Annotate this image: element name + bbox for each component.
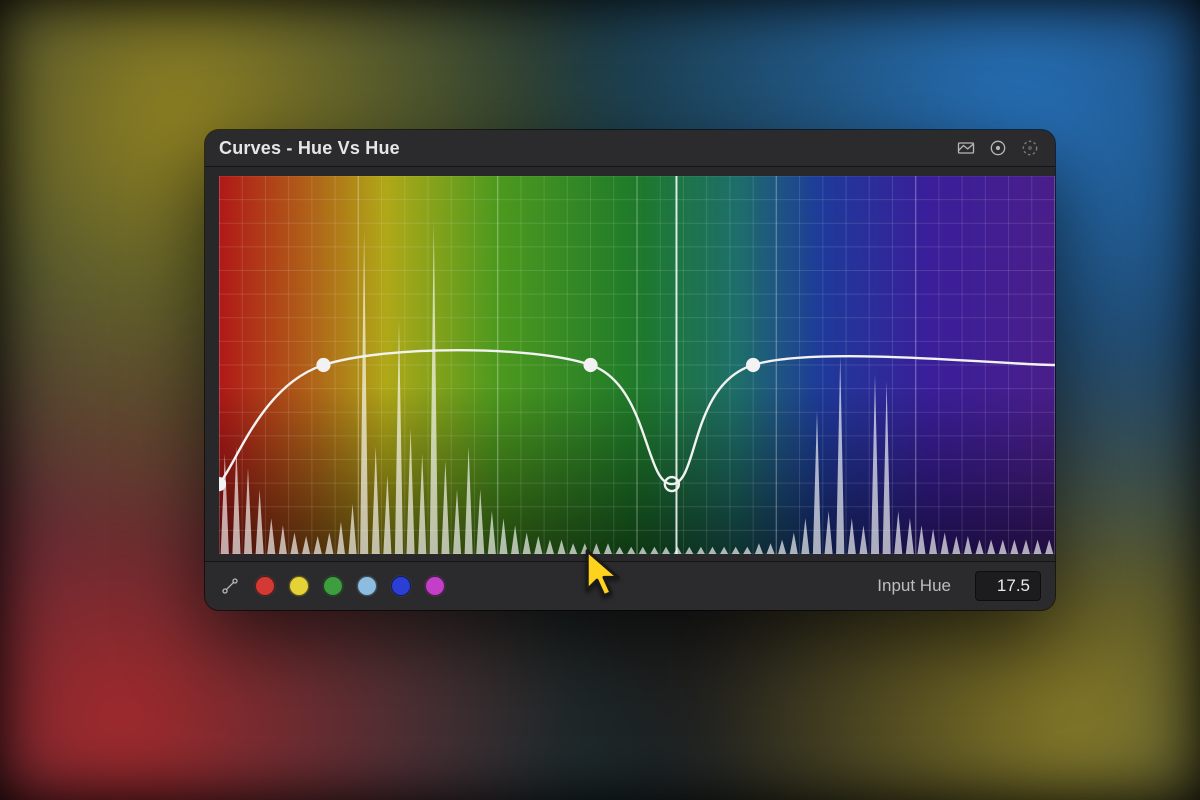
hue-curve-graph[interactable] <box>219 176 1055 554</box>
graph-canvas[interactable] <box>219 176 1055 554</box>
display-mode-icon[interactable] <box>955 137 977 159</box>
panel-title: Curves - Hue Vs Hue <box>219 138 400 159</box>
panel-footer: Input Hue 17.5 <box>205 561 1055 610</box>
curve-point[interactable] <box>747 359 760 372</box>
input-hue-label: Input Hue <box>877 576 951 596</box>
colorwheel-alt-icon[interactable] <box>1019 137 1041 159</box>
swatch-blue[interactable] <box>391 576 411 596</box>
swatch-yellow[interactable] <box>289 576 309 596</box>
swatch-magenta[interactable] <box>425 576 445 596</box>
curves-panel: Curves - Hue Vs Hue <box>205 130 1055 610</box>
input-hue-value[interactable]: 17.5 <box>975 571 1041 601</box>
curve-point[interactable] <box>584 359 597 372</box>
swatch-cyan[interactable] <box>357 576 377 596</box>
colorwheel-icon[interactable] <box>987 137 1009 159</box>
eyedropper-icon[interactable] <box>219 575 241 597</box>
curve-point[interactable] <box>317 359 330 372</box>
swatch-green[interactable] <box>323 576 343 596</box>
panel-titlebar: Curves - Hue Vs Hue <box>205 130 1055 167</box>
swatch-red[interactable] <box>255 576 275 596</box>
hue-swatches <box>255 576 445 596</box>
